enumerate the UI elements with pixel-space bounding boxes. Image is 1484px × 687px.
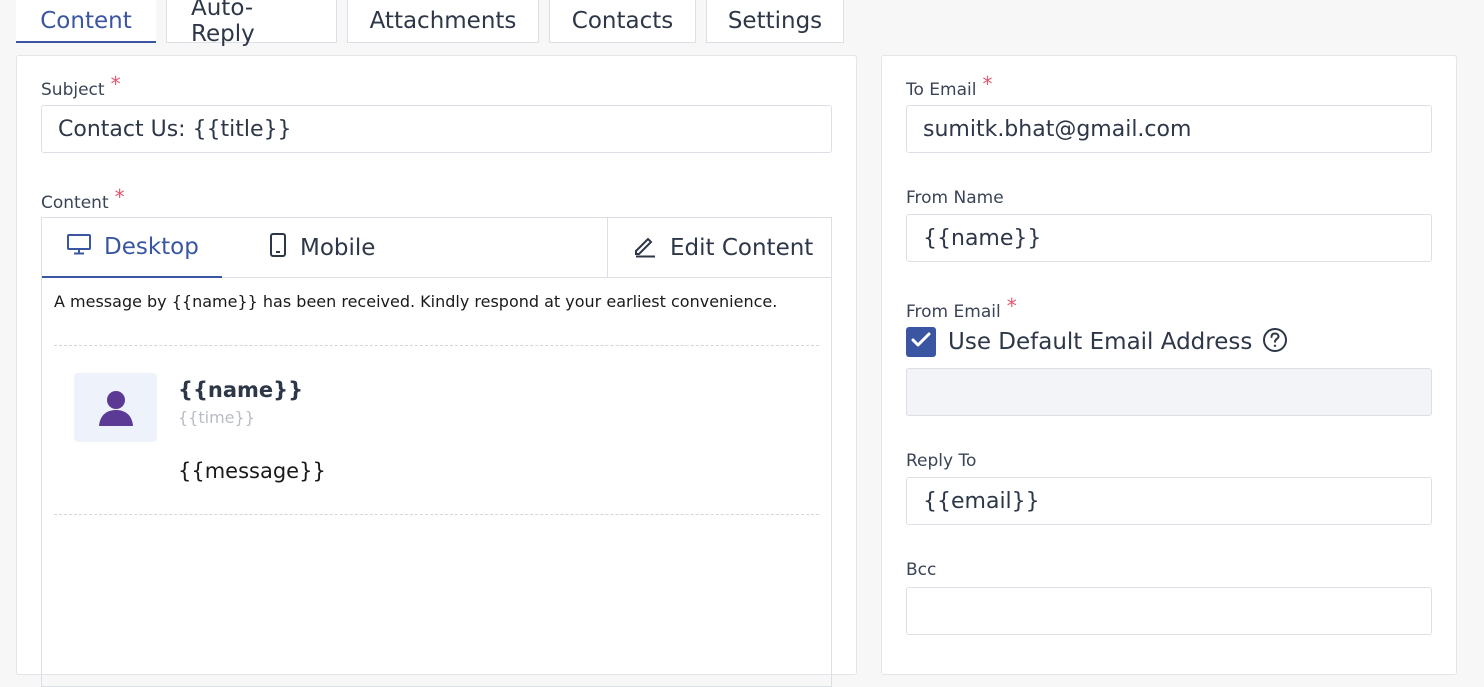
content-panel: Subject * Contact Us: {{title}} Content * … bbox=[16, 55, 857, 687]
question-circle-icon[interactable] bbox=[1262, 327, 1288, 357]
required-marker: * bbox=[1006, 294, 1017, 318]
subject-label-text: Subject bbox=[41, 80, 105, 100]
message-sender-name: {{name}} bbox=[178, 378, 304, 402]
required-marker: * bbox=[110, 72, 121, 96]
avatar bbox=[74, 373, 157, 442]
from-email-label: From Email * bbox=[906, 294, 1017, 322]
divider bbox=[54, 514, 819, 515]
required-marker: * bbox=[114, 185, 125, 209]
view-mobile-tab[interactable]: Mobile bbox=[268, 218, 428, 278]
edit-content-label: Edit Content bbox=[670, 234, 814, 261]
view-desktop-tab[interactable]: Desktop bbox=[42, 218, 222, 278]
content-label: Content * bbox=[41, 185, 125, 213]
message-time: {{time}} bbox=[178, 408, 255, 427]
tab-contacts[interactable]: Contacts bbox=[549, 0, 696, 43]
view-mobile-label: Mobile bbox=[300, 235, 376, 261]
preview-intro-text: A message by {{name}} has been received.… bbox=[54, 292, 778, 311]
content-editor: Desktop Mobile Edit Content A message by… bbox=[41, 217, 832, 687]
use-default-email-checkbox[interactable] bbox=[906, 327, 936, 357]
to-email-label-text: To Email bbox=[906, 80, 977, 100]
monitor-icon bbox=[66, 232, 104, 262]
use-default-email-toggle[interactable]: Use Default Email Address bbox=[906, 327, 1288, 357]
from-email-label-text: From Email bbox=[906, 302, 1001, 322]
view-desktop-label: Desktop bbox=[104, 234, 199, 260]
to-email-input[interactable]: sumitk.bhat@gmail.com bbox=[906, 105, 1432, 153]
required-marker: * bbox=[982, 72, 993, 96]
tab-attachments[interactable]: Attachments bbox=[347, 0, 539, 43]
subject-label: Subject * bbox=[41, 72, 121, 100]
tab-auto-reply[interactable]: Auto-Reply bbox=[166, 0, 337, 47]
user-silhouette-icon bbox=[96, 386, 136, 430]
bcc-label: Bcc bbox=[906, 560, 937, 580]
from-email-input bbox=[906, 368, 1432, 416]
reply-to-input[interactable]: {{email}} bbox=[906, 477, 1432, 525]
subject-input[interactable]: Contact Us: {{title}} bbox=[41, 105, 832, 153]
smartphone-icon bbox=[268, 232, 300, 264]
editor-toolbar: Desktop Mobile Edit Content bbox=[42, 218, 831, 278]
content-label-text: Content bbox=[41, 193, 109, 213]
from-name-label: From Name bbox=[906, 188, 1004, 208]
tab-settings[interactable]: Settings bbox=[706, 0, 844, 43]
checkmark-icon bbox=[911, 332, 931, 352]
bcc-input[interactable] bbox=[906, 587, 1432, 635]
edit-content-button[interactable]: Edit Content bbox=[607, 218, 831, 277]
message-body: {{message}} bbox=[178, 459, 326, 483]
reply-to-label: Reply To bbox=[906, 451, 977, 471]
top-tab-bar: Content Auto-Reply Attachments Contacts … bbox=[16, 0, 844, 47]
tab-content[interactable]: Content bbox=[16, 0, 156, 43]
to-email-label: To Email * bbox=[906, 72, 992, 100]
from-name-input[interactable]: {{name}} bbox=[906, 214, 1432, 262]
use-default-email-label: Use Default Email Address bbox=[948, 329, 1253, 355]
divider bbox=[54, 345, 819, 346]
email-settings-panel: To Email * sumitk.bhat@gmail.com From Nam… bbox=[881, 55, 1457, 675]
pencil-icon bbox=[632, 232, 670, 264]
